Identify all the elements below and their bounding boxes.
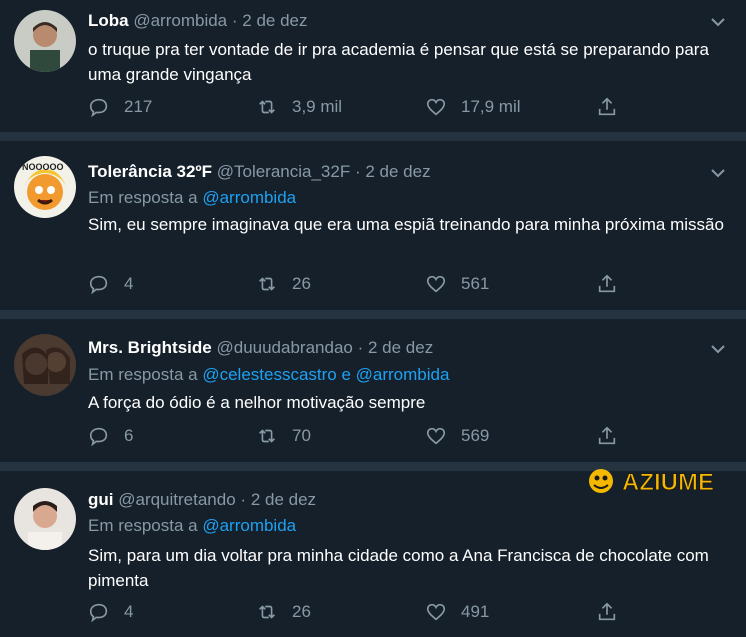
retweet-count: 26 [292,274,311,293]
timestamp[interactable]: 2 de dez [365,162,430,181]
share-icon [598,97,616,116]
reply-mention[interactable]: @arrombida [202,188,296,207]
tweet-header: gui @arquitretando · 2 de dez [88,490,316,510]
reply-button[interactable]: 6 [88,425,133,447]
like-count: 569 [461,426,490,445]
share-icon [598,274,616,293]
tweet-actions: 4 26 491 [88,601,628,625]
chevron-down-icon[interactable] [710,341,726,357]
share-button[interactable] [596,273,632,295]
divider [0,132,746,141]
display-name[interactable]: Mrs. Brightside [88,338,212,357]
handle[interactable]: @arrombida [133,11,227,30]
reply-mention[interactable]: @arrombida [202,516,296,535]
avatar-tolerancia[interactable]: NOOOOO [14,156,76,218]
timestamp[interactable]: 2 de dez [368,338,433,357]
tweet-text: Sim, para um dia voltar pra minha cidade… [88,546,709,590]
like-icon [426,98,446,116]
reply-count: 4 [124,274,134,293]
like-count: 491 [461,602,490,621]
reply-button[interactable]: 4 [88,273,133,295]
like-count: 17,9 mil [461,97,521,116]
like-icon [426,603,446,621]
tweet-text: Sim, eu sempre imaginava que era uma esp… [88,215,724,234]
aziume-watermark-logo: AZIUME [589,469,715,497]
retweet-button[interactable]: 26 [256,273,311,295]
svg-text:AZIUME: AZIUME [622,469,714,496]
display-name[interactable]: Tolerância 32ºF [88,162,212,181]
timestamp[interactable]: 2 de dez [251,490,316,509]
reply-prefix: Em resposta a [88,516,203,535]
avatar-gui[interactable] [14,488,76,550]
tweet-1[interactable]: Loba @arrombida · 2 de dez o truque pra … [0,0,746,130]
retweet-button[interactable]: 26 [256,601,311,623]
reply-prefix: Em resposta a [88,188,203,207]
display-name[interactable]: Loba [88,11,129,30]
like-count: 561 [461,274,490,293]
tweet-actions: 217 3,9 mil 17,9 mil [88,96,628,120]
like-button[interactable]: 561 [425,273,489,295]
retweet-count: 3,9 mil [292,97,343,116]
separator: · [354,162,361,181]
separator: · [357,338,364,357]
tweet-2[interactable]: NOOOOO Tolerância 32ºF @Tolerancia_32F ·… [0,141,746,306]
tweet-header: Mrs. Brightside @duuudabrandao · 2 de de… [88,338,433,358]
reply-prefix: Em resposta a [88,365,203,384]
reply-icon [89,98,108,118]
like-icon [426,427,446,445]
tweet-3[interactable]: Mrs. Brightside @duuudabrandao · 2 de de… [0,319,746,459]
retweet-count: 26 [292,602,311,621]
avatar-loba[interactable] [14,10,76,72]
retweet-count: 70 [292,426,311,445]
handle[interactable]: @arquitretando [118,490,235,509]
chevron-down-icon[interactable] [710,14,726,30]
like-button[interactable]: 491 [425,601,489,623]
share-icon [598,426,616,445]
retweet-button[interactable]: 70 [256,425,311,447]
chevron-down-icon[interactable] [710,165,726,181]
share-button[interactable] [596,96,632,118]
retweet-icon [259,429,275,443]
reply-icon [89,603,108,623]
like-icon [426,275,446,293]
divider [0,310,746,319]
reply-context: Em resposta a @arrombida [88,516,296,536]
share-button[interactable] [596,425,632,447]
reply-count: 4 [124,602,134,621]
reply-context: Em resposta a @celestesscastro e @arromb… [88,365,449,385]
tweet-actions: 4 26 561 [88,273,628,297]
svg-text:NOOOOO: NOOOOO [22,162,64,172]
separator: · [231,11,238,30]
reply-count: 6 [124,426,134,445]
like-button[interactable]: 569 [425,425,489,447]
handle[interactable]: @Tolerancia_32F [217,162,351,181]
retweet-button[interactable]: 3,9 mil [256,96,342,118]
share-button[interactable] [596,601,632,623]
tweet-actions: 6 70 569 [88,425,628,449]
tweet-header: Tolerância 32ºF @Tolerancia_32F · 2 de d… [88,162,431,182]
tweet-text: A força do ódio é a nelhor motivação sem… [88,393,426,412]
reply-button[interactable]: 4 [88,601,133,623]
tweet-text: o truque pra ter vontade de ir pra acade… [88,40,709,84]
reply-icon [89,275,108,295]
retweet-icon [259,605,275,619]
retweet-icon [259,277,275,291]
share-icon [598,602,616,621]
reply-mention[interactable]: @celestesscastro e @arrombida [202,365,449,384]
timestamp[interactable]: 2 de dez [242,11,307,30]
separator: · [240,490,247,509]
handle[interactable]: @duuudabrandao [216,338,352,357]
avatar-mrs-brightside[interactable] [14,334,76,396]
retweet-icon [259,100,275,114]
display-name[interactable]: gui [88,490,114,509]
reply-icon [89,427,108,447]
reply-count: 217 [124,97,153,116]
reply-button[interactable]: 217 [88,96,152,118]
like-button[interactable]: 17,9 mil [425,96,521,118]
reply-context: Em resposta a @arrombida [88,188,296,208]
tweet-header: Loba @arrombida · 2 de dez [88,11,308,31]
